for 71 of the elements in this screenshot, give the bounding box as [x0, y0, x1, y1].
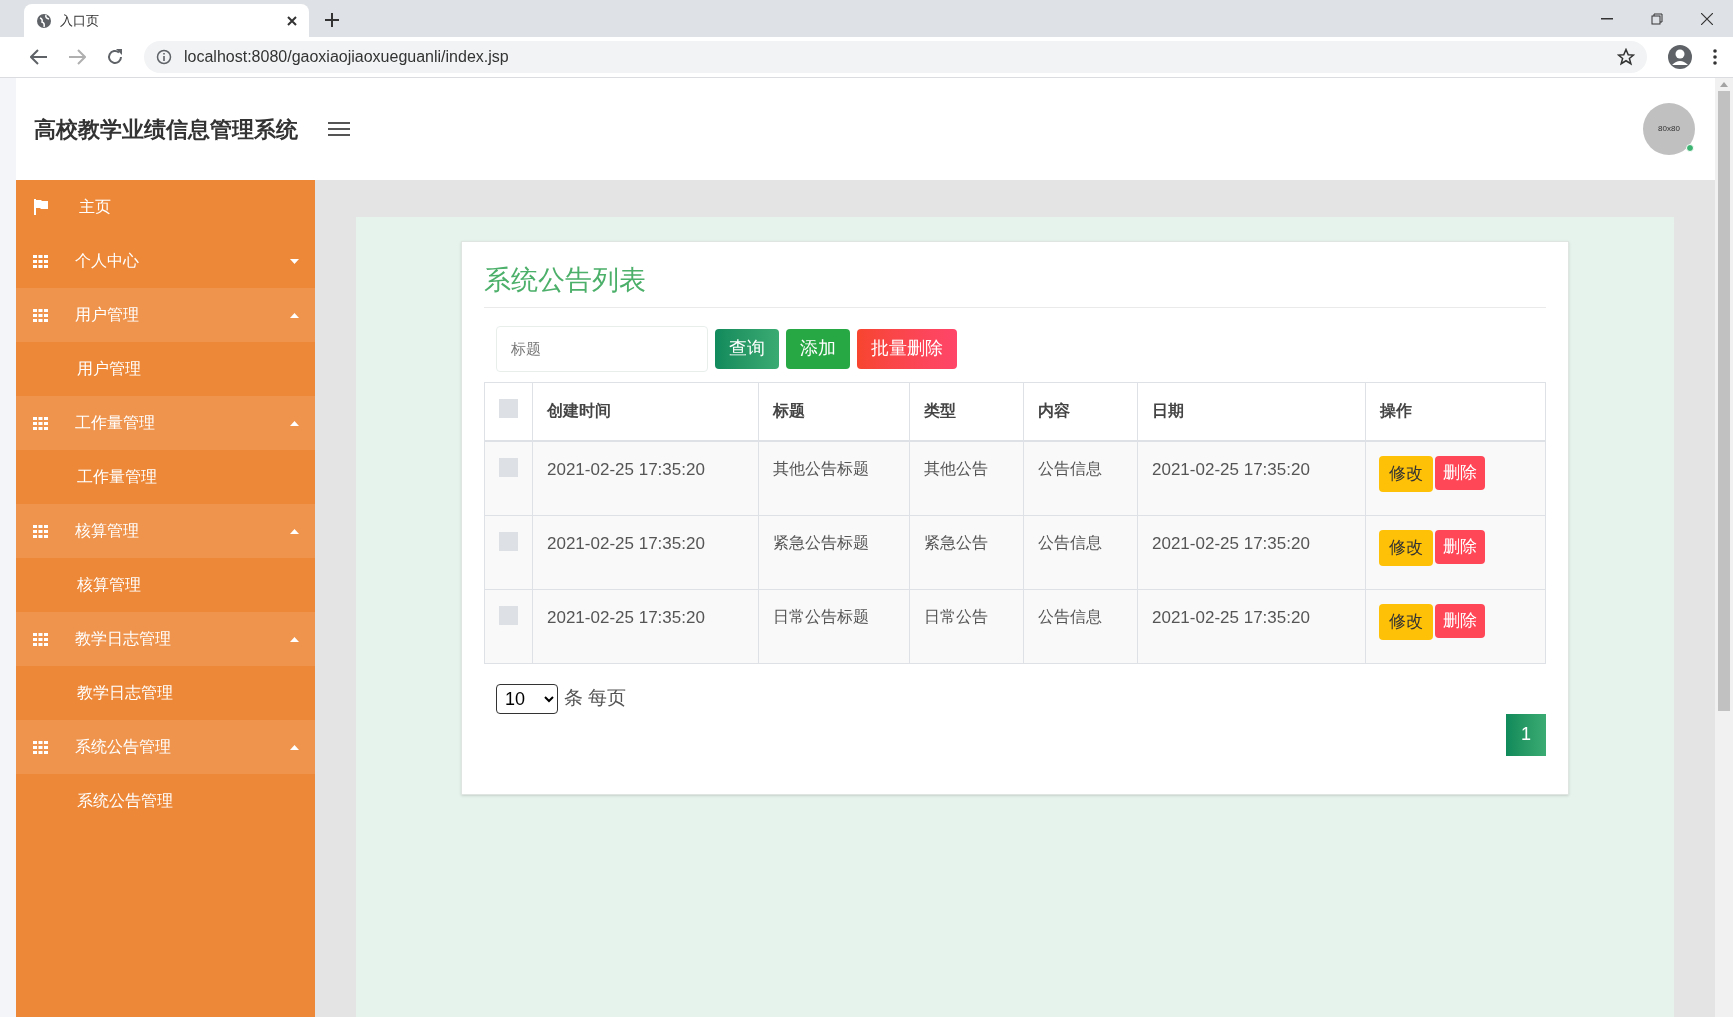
caret-up-icon	[290, 420, 299, 426]
checkbox[interactable]	[499, 458, 518, 477]
flag-icon	[33, 199, 48, 215]
table-cell: 2021-02-25 17:35:20	[1137, 589, 1366, 663]
table-cell: 日常公告标题	[758, 589, 910, 663]
table-cell: 2021-02-25 17:35:20	[1137, 515, 1366, 589]
avatar[interactable]: 80x80	[1643, 103, 1695, 155]
table-cell: 公告信息	[1023, 441, 1138, 515]
url-text: localhost:8080/gaoxiaojiaoxueguanli/index.jsp	[184, 47, 510, 67]
new-tab-icon[interactable]	[325, 13, 339, 27]
table-cell: 其他公告	[909, 441, 1024, 515]
minimize-icon[interactable]	[1601, 18, 1613, 20]
info-icon	[156, 49, 172, 65]
table-cell: 2021-02-25 17:35:20	[532, 441, 759, 515]
globe-icon	[36, 12, 52, 29]
edit-button[interactable]: 修改	[1379, 456, 1433, 492]
caret-up-icon	[290, 528, 299, 534]
search-button[interactable]: 查询	[715, 328, 779, 369]
browser-tab[interactable]: 入口页	[24, 4, 309, 37]
page-button[interactable]: 1	[1506, 713, 1546, 756]
back-icon[interactable]	[30, 49, 48, 65]
delete-button[interactable]: 删除	[1435, 456, 1485, 490]
table-cell: 紧急公告	[909, 515, 1024, 589]
grid-icon	[33, 308, 48, 322]
caret-down-icon	[290, 258, 299, 264]
sidebar-item[interactable]: 系统公告管理	[16, 720, 315, 774]
reload-icon[interactable]	[106, 48, 124, 66]
grid-icon	[33, 254, 48, 268]
sidebar-item[interactable]: 核算管理	[16, 504, 315, 558]
close-icon[interactable]	[287, 15, 297, 26]
caret-up-icon	[290, 744, 299, 750]
table-cell: 公告信息	[1023, 515, 1138, 589]
menu-icon[interactable]	[328, 121, 350, 137]
add-button[interactable]: 添加	[786, 328, 850, 369]
app-title: 高校教学业绩信息管理系统	[34, 115, 298, 144]
star-icon[interactable]	[1617, 48, 1635, 66]
grid-icon	[33, 416, 48, 430]
grid-icon	[33, 632, 48, 646]
panel-title: 系统公告列表	[484, 260, 1546, 308]
page-size-label: 条 每页	[564, 686, 627, 711]
address-bar[interactable]: localhost:8080/gaoxiaojiaoxueguanli/index.jsp	[144, 41, 1647, 73]
grid-icon	[33, 740, 48, 754]
profile-icon[interactable]	[1667, 44, 1693, 70]
table-cell: 2021-02-25 17:35:20	[1137, 441, 1366, 515]
checkbox[interactable]	[499, 605, 518, 625]
page-size-select[interactable]: 10	[496, 683, 558, 714]
grid-icon	[33, 524, 48, 538]
tab-title: 入口页	[60, 11, 100, 30]
sidebar-item[interactable]: 用户管理	[16, 288, 315, 342]
sidebar-item[interactable]: 教学日志管理	[16, 612, 315, 666]
delete-button[interactable]: 删除	[1435, 529, 1485, 564]
scrollbar-thumb[interactable]	[1718, 91, 1730, 711]
more-icon[interactable]	[1713, 49, 1717, 65]
edit-button[interactable]: 修改	[1379, 603, 1433, 640]
restore-icon[interactable]	[1651, 13, 1663, 25]
table-cell: 日常公告	[909, 589, 1024, 663]
close-window-icon[interactable]	[1701, 13, 1713, 25]
table-cell: 其他公告标题	[758, 441, 910, 515]
edit-button[interactable]: 修改	[1379, 529, 1433, 566]
sidebar-item[interactable]: 工作量管理	[16, 396, 315, 450]
table-cell: 2021-02-25 17:35:20	[532, 589, 759, 663]
search-field[interactable]: 标题	[496, 325, 708, 372]
table-cell: 2021-02-25 17:35:20	[532, 515, 759, 589]
checkbox[interactable]	[499, 398, 518, 418]
delete-button[interactable]: 删除	[1435, 603, 1485, 638]
checkbox[interactable]	[499, 531, 518, 551]
caret-up-icon	[290, 312, 299, 318]
batch-delete-button[interactable]: 批量删除	[857, 328, 957, 369]
caret-up-icon	[290, 636, 299, 642]
table-cell: 紧急公告标题	[758, 515, 910, 589]
table-cell: 公告信息	[1023, 589, 1138, 663]
